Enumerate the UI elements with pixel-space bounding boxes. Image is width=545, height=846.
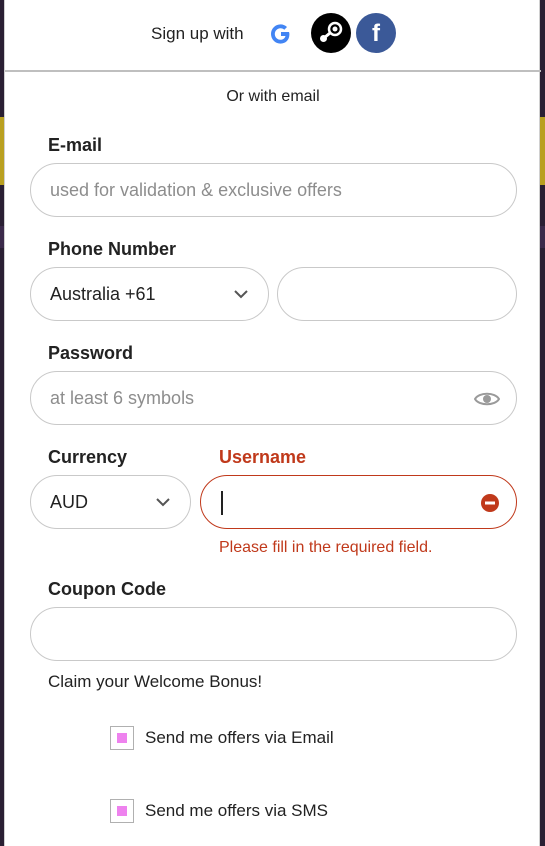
phone-number-field-wrapper <box>277 267 517 321</box>
coupon-field-wrapper <box>30 607 517 661</box>
google-icon <box>271 24 290 44</box>
checkbox-mark <box>117 806 127 816</box>
welcome-bonus-text: Claim your Welcome Bonus! <box>48 672 263 691</box>
facebook-icon: f <box>372 20 380 47</box>
social-signup-row: Sign up with f <box>5 0 541 72</box>
signup-panel: Sign up with f Or with email E-mail Phon… <box>4 0 541 846</box>
sms-offers-label[interactable]: Send me offers via SMS <box>145 801 328 821</box>
google-signup-button[interactable] <box>267 18 295 50</box>
steam-signup-button[interactable] <box>311 13 351 53</box>
chevron-down-icon <box>234 290 248 299</box>
phone-number-input[interactable] <box>297 268 497 320</box>
phone-number-label: Phone Number <box>48 239 177 259</box>
username-label: Username <box>219 447 307 467</box>
coupon-code-label: Coupon Code <box>48 579 166 599</box>
sign-up-with-label: Sign up with <box>151 24 244 43</box>
currency-label: Currency <box>48 447 128 467</box>
username-error-message: Please fill in the required field. <box>219 539 433 556</box>
username-input[interactable] <box>220 476 470 528</box>
email-offers-checkbox[interactable] <box>110 726 134 750</box>
currency-select[interactable]: AUD <box>30 475 191 529</box>
password-input[interactable] <box>50 372 450 424</box>
email-input[interactable] <box>50 164 490 216</box>
email-offers-label[interactable]: Send me offers via Email <box>145 728 334 748</box>
steam-icon <box>320 21 343 42</box>
phone-country-select[interactable]: Australia +61 <box>30 267 269 321</box>
text-cursor <box>221 491 223 515</box>
currency-value: AUD <box>50 492 89 512</box>
email-label: E-mail <box>48 135 103 155</box>
password-label: Password <box>48 343 134 363</box>
coupon-code-input[interactable] <box>50 608 490 660</box>
or-with-email-label: Or with email <box>226 88 320 105</box>
checkbox-mark <box>117 733 127 743</box>
error-icon <box>481 494 499 512</box>
password-field-wrapper <box>30 371 517 425</box>
username-field-wrapper <box>200 475 517 529</box>
phone-country-value: Australia +61 <box>50 284 156 304</box>
eye-icon[interactable] <box>474 389 500 409</box>
facebook-signup-button[interactable]: f <box>356 13 396 53</box>
email-field-wrapper <box>30 163 517 217</box>
chevron-down-icon <box>156 498 170 507</box>
sms-offers-checkbox[interactable] <box>110 799 134 823</box>
